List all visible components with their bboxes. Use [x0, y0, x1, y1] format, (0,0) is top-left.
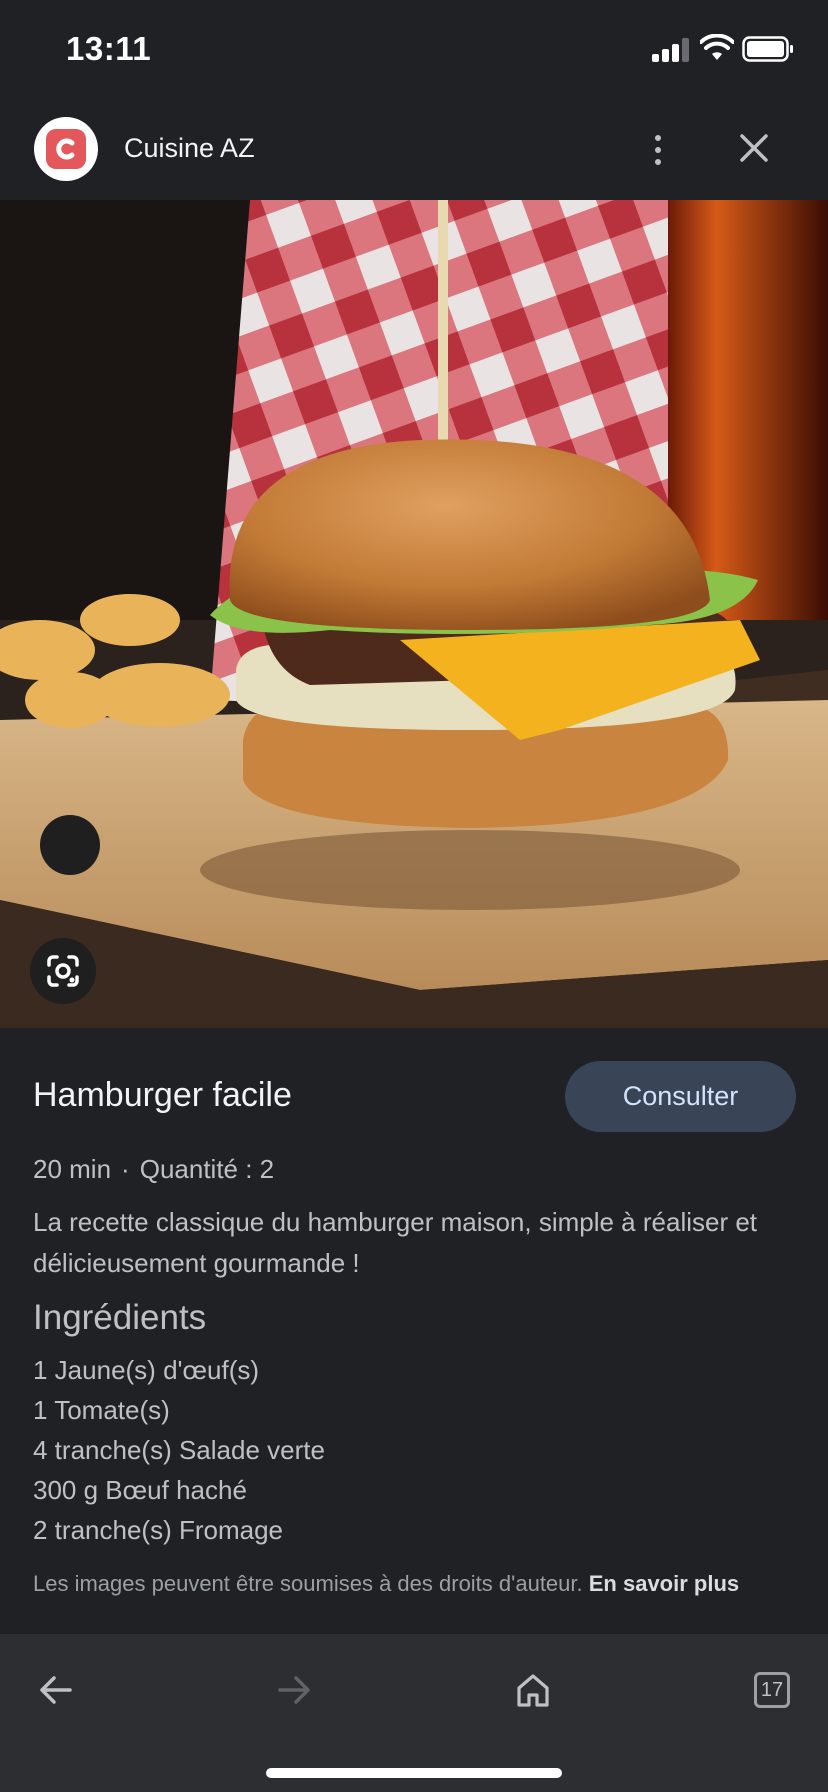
site-logo [34, 117, 98, 181]
site-logo-mark [46, 129, 86, 169]
dot [655, 147, 661, 153]
page: 13:11 Cuisine AZ Hamburger facile Consul… [0, 0, 828, 1792]
lens-button[interactable] [30, 938, 96, 1004]
meta-separator: · [121, 1154, 130, 1184]
ingredient-item: 300 g Bœuf haché [33, 1475, 247, 1505]
back-button[interactable] [26, 1662, 86, 1718]
recipe-details: Hamburger facile Consulter 20 min · Quanti… [0, 1028, 828, 1634]
tabs-count: 17 [754, 1672, 790, 1708]
recipe-image[interactable] [0, 200, 828, 1028]
ingredients-heading: Ingrédients [33, 1298, 207, 1337]
logo-c-icon [56, 138, 75, 160]
home-button[interactable] [503, 1662, 563, 1718]
learn-more-link[interactable]: En savoir plus [589, 1571, 739, 1596]
ingredient-item: 4 tranche(s) Salade verte [33, 1435, 325, 1465]
recipe-duration: 20 min [33, 1154, 112, 1184]
signal-icon [652, 38, 692, 62]
ingredient-item: 1 Jaune(s) d'œuf(s) [33, 1355, 260, 1385]
more-options-button[interactable] [640, 122, 676, 178]
home-icon [517, 1674, 549, 1707]
recipe-meta: 20 min · Quantité : 2 [33, 1154, 274, 1185]
close-icon[interactable] [734, 128, 774, 168]
forward-button[interactable] [264, 1662, 324, 1718]
status-time: 13:11 [66, 30, 152, 67]
ingredients-list: 1 Jaune(s) d'œuf(s) 1 Tomate(s) 4 tranch… [33, 1350, 325, 1550]
recipe-quantity: Quantité : 2 [139, 1154, 275, 1184]
home-indicator[interactable] [266, 1768, 562, 1778]
dot [655, 159, 661, 165]
ingredient-item: 2 tranche(s) Fromage [33, 1515, 283, 1545]
recipe-title: Hamburger facile [33, 1076, 292, 1114]
visit-button[interactable]: Consulter [565, 1061, 796, 1132]
recipe-description: La recette classique du hamburger maison… [33, 1207, 758, 1278]
wifi-icon [700, 34, 734, 60]
burger-photo [0, 200, 828, 1028]
back-arrow-icon [40, 1676, 72, 1704]
lens-icon [47, 955, 79, 987]
copyright-disclaimer: Les images peuvent être soumises à des d… [33, 1568, 803, 1599]
bottom-toolbar: 17 [0, 1634, 828, 1792]
battery-icon [742, 36, 793, 62]
site-name: Cuisine AZ [124, 133, 255, 163]
status-bar: 13:11 [0, 0, 828, 100]
site-header: Cuisine AZ [0, 100, 828, 200]
dot [655, 135, 661, 141]
forward-arrow-icon [278, 1676, 310, 1704]
ingredient-item: 1 Tomate(s) [33, 1395, 170, 1425]
disclaimer-text: Les images peuvent être soumises à des d… [33, 1571, 583, 1596]
tabs-button[interactable]: 17 [742, 1662, 802, 1718]
